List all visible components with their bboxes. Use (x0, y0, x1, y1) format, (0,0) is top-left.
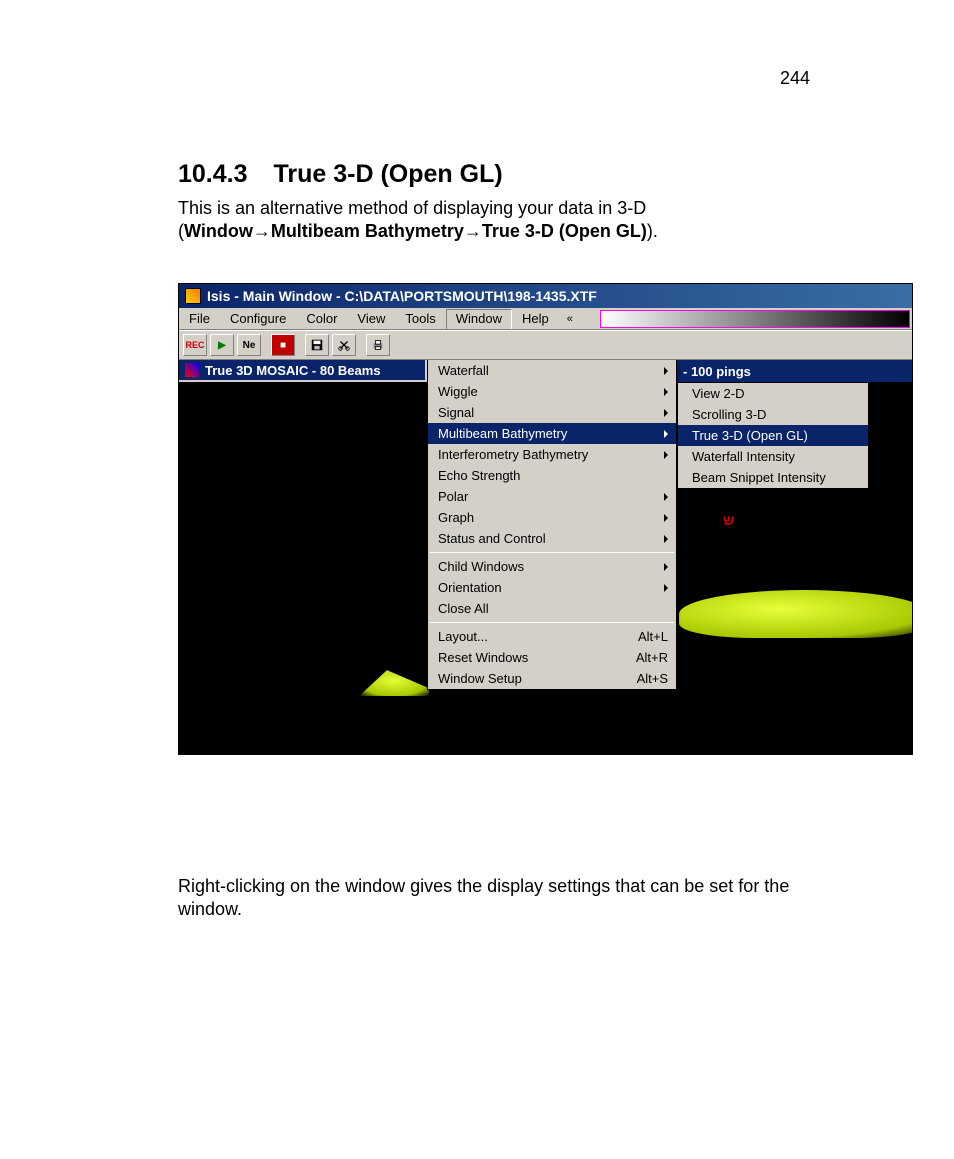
menu-item-reset-windows[interactable]: Reset WindowsAlt+R (428, 647, 676, 668)
menu-item-polar[interactable]: Polar (428, 486, 676, 507)
window-titlebar: Isis - Main Window - C:\DATA\PORTSMOUTH\… (179, 284, 912, 308)
shortcut-label: Alt+R (616, 650, 668, 665)
intro-paragraph: This is an alternative method of display… (178, 197, 798, 243)
lower-paragraph: Right-clicking on the window gives the d… (178, 875, 798, 921)
menu-item-child-windows[interactable]: Child Windows (428, 556, 676, 577)
cut-button[interactable] (332, 334, 356, 356)
floppy-icon (310, 338, 324, 352)
menu-window[interactable]: Window (446, 309, 512, 329)
section-heading: 10.4.3 True 3-D (Open GL) (178, 160, 894, 189)
toolbar-chevron-icon[interactable]: « (559, 311, 581, 327)
menu-item-waterfall[interactable]: Waterfall (428, 360, 676, 381)
menu-item-interferometry-bathymetry[interactable]: Interferometry Bathymetry (428, 444, 676, 465)
submenu-item-beam-snippet-intensity[interactable]: Beam Snippet Intensity (678, 467, 868, 488)
record-button[interactable]: REC (183, 334, 207, 356)
submenu-item-scrolling-3d[interactable]: Scrolling 3-D (678, 404, 868, 425)
red-marker: ש (723, 512, 734, 528)
submenu-arrow-icon (664, 584, 668, 592)
new-button[interactable]: Ne (237, 334, 261, 356)
menu-item-layout[interactable]: Layout...Alt+L (428, 626, 676, 647)
menu-item-signal[interactable]: Signal (428, 402, 676, 423)
scissors-icon (337, 338, 351, 352)
canvas-area: True 3D MOSAIC - 80 Beams - 100 pings ש … (179, 360, 912, 754)
toolbar: REC ▶ Ne ■ (179, 330, 912, 360)
menubar: File Configure Color View Tools Window H… (179, 308, 912, 330)
window-menu-dropdown: Waterfall Wiggle Signal Multibeam Bathym… (427, 360, 677, 690)
window-title: Isis - Main Window - C:\DATA\PORTSMOUTH\… (207, 288, 597, 304)
right-pane-titlebar[interactable]: - 100 pings (677, 360, 912, 382)
menu-item-status-and-control[interactable]: Status and Control (428, 528, 676, 549)
app-icon (185, 288, 201, 304)
menu-file[interactable]: File (179, 309, 220, 328)
color-gradient-swatch[interactable] (600, 310, 910, 328)
print-button[interactable] (366, 334, 390, 356)
submenu-arrow-icon (664, 493, 668, 501)
menu-color[interactable]: Color (296, 309, 347, 328)
menu-help[interactable]: Help (512, 309, 559, 328)
submenu-item-waterfall-intensity[interactable]: Waterfall Intensity (678, 446, 868, 467)
play-button[interactable]: ▶ (210, 334, 234, 356)
right-pane-title-text: - 100 pings (683, 364, 751, 379)
menu-item-orientation[interactable]: Orientation (428, 577, 676, 598)
save-button[interactable] (305, 334, 329, 356)
app-screenshot: Isis - Main Window - C:\DATA\PORTSMOUTH\… (178, 283, 913, 755)
menu-configure[interactable]: Configure (220, 309, 296, 328)
stop-button[interactable]: ■ (271, 334, 295, 356)
terrain-surface (679, 590, 912, 638)
submenu-arrow-icon (664, 514, 668, 522)
menu-item-multibeam-bathymetry[interactable]: Multibeam Bathymetry (428, 423, 676, 444)
submenu-item-true-3d-opengl[interactable]: True 3-D (Open GL) (678, 425, 868, 446)
menu-separator (430, 552, 674, 553)
menu-tools[interactable]: Tools (395, 309, 445, 328)
intro-post: ). (647, 221, 658, 241)
shortcut-label: Alt+S (617, 671, 668, 686)
menu-item-wiggle[interactable]: Wiggle (428, 381, 676, 402)
submenu-arrow-icon (664, 563, 668, 571)
submenu-arrow-icon (664, 409, 668, 417)
section-number: 10.4.3 (178, 160, 248, 189)
terrain-fragment (359, 670, 429, 696)
left-pane-titlebar[interactable]: True 3D MOSAIC - 80 Beams (179, 360, 427, 382)
submenu-arrow-icon (664, 388, 668, 396)
printer-icon (371, 338, 385, 352)
section-title: True 3-D (Open GL) (274, 160, 503, 188)
multibeam-submenu: View 2-D Scrolling 3-D True 3-D (Open GL… (677, 382, 869, 489)
menu-item-echo-strength[interactable]: Echo Strength (428, 465, 676, 486)
shortcut-label: Alt+L (618, 629, 668, 644)
submenu-arrow-icon (664, 430, 668, 438)
submenu-arrow-icon (664, 367, 668, 375)
left-pane-title-text: True 3D MOSAIC - 80 Beams (205, 363, 381, 378)
menu-item-window-setup[interactable]: Window SetupAlt+S (428, 668, 676, 689)
menu-view[interactable]: View (347, 309, 395, 328)
menu-item-close-all[interactable]: Close All (428, 598, 676, 619)
menu-item-graph[interactable]: Graph (428, 507, 676, 528)
submenu-arrow-icon (664, 535, 668, 543)
submenu-arrow-icon (664, 451, 668, 459)
mosaic-icon (185, 363, 199, 377)
page-number: 244 (780, 68, 810, 89)
submenu-item-view-2d[interactable]: View 2-D (678, 383, 868, 404)
intro-menu-path: Window→Multibeam Bathymetry→True 3-D (Op… (184, 221, 647, 241)
menu-separator (430, 622, 674, 623)
